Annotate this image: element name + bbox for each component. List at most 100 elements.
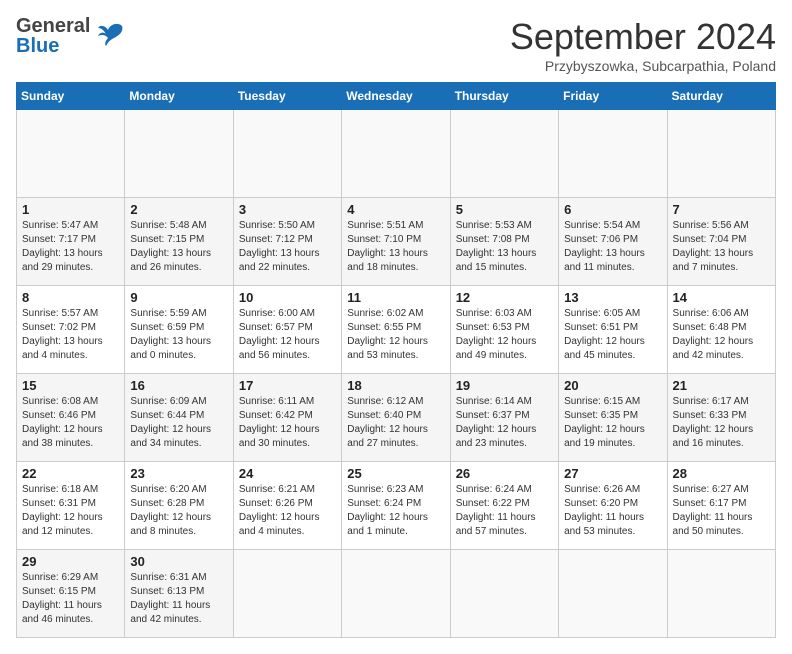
calendar-cell: 22Sunrise: 6:18 AM Sunset: 6:31 PM Dayli… [17, 462, 125, 550]
calendar-cell: 15Sunrise: 6:08 AM Sunset: 6:46 PM Dayli… [17, 374, 125, 462]
day-number: 20 [564, 378, 661, 393]
logo-general: General [16, 16, 90, 36]
day-info: Sunrise: 6:11 AM Sunset: 6:42 PM Dayligh… [239, 395, 336, 451]
calendar-cell: 16Sunrise: 6:09 AM Sunset: 6:44 PM Dayli… [125, 374, 233, 462]
calendar-cell [233, 550, 341, 638]
day-info: Sunrise: 6:12 AM Sunset: 6:40 PM Dayligh… [347, 395, 444, 451]
day-info: Sunrise: 5:48 AM Sunset: 7:15 PM Dayligh… [130, 219, 227, 275]
day-info: Sunrise: 5:57 AM Sunset: 7:02 PM Dayligh… [22, 307, 119, 363]
day-info: Sunrise: 5:54 AM Sunset: 7:06 PM Dayligh… [564, 219, 661, 275]
day-info: Sunrise: 6:08 AM Sunset: 6:46 PM Dayligh… [22, 395, 119, 451]
calendar-cell: 9 Sunrise: 5:59 AM Sunset: 6:59 PM Daylig… [125, 286, 233, 374]
day-info: Sunrise: 6:18 AM Sunset: 6:31 PM Dayligh… [22, 483, 119, 539]
day-number: 23 [130, 466, 227, 481]
day-info: Sunrise: 6:15 AM Sunset: 6:35 PM Dayligh… [564, 395, 661, 451]
calendar-cell: 30 Sunrise: 6:31 AM Sunset: 6:13 PM Dayli… [125, 550, 233, 638]
day-number: 10 [239, 290, 336, 305]
page-header: General Blue September 2024 Przybyszowka… [16, 16, 776, 74]
logo-blue: Blue [16, 36, 90, 56]
day-info: Sunrise: 6:00 AM Sunset: 6:57 PM Dayligh… [239, 307, 336, 363]
day-info: Sunrise: 5:59 AM Sunset: 6:59 PM Dayligh… [130, 307, 227, 363]
calendar-cell: 8 Sunrise: 5:57 AM Sunset: 7:02 PM Daylig… [17, 286, 125, 374]
calendar-table: SundayMondayTuesdayWednesdayThursdayFrid… [16, 82, 776, 638]
month-title: September 2024 [510, 16, 776, 58]
day-number: 9 [130, 290, 227, 305]
calendar-cell [342, 550, 450, 638]
calendar-cell: 18Sunrise: 6:12 AM Sunset: 6:40 PM Dayli… [342, 374, 450, 462]
calendar-cell [450, 110, 558, 198]
calendar-week-row [17, 110, 776, 198]
calendar-cell [667, 110, 775, 198]
day-number: 30 [130, 554, 227, 569]
calendar-week-row: 29Sunrise: 6:29 AM Sunset: 6:15 PM Dayli… [17, 550, 776, 638]
col-header-wednesday: Wednesday [342, 83, 450, 110]
day-info: Sunrise: 5:50 AM Sunset: 7:12 PM Dayligh… [239, 219, 336, 275]
day-number: 1 [22, 202, 119, 217]
day-info: Sunrise: 6:26 AM Sunset: 6:20 PM Dayligh… [564, 483, 661, 539]
calendar-week-row: 22Sunrise: 6:18 AM Sunset: 6:31 PM Dayli… [17, 462, 776, 550]
day-number: 7 [673, 202, 770, 217]
calendar-cell [17, 110, 125, 198]
day-number: 19 [456, 378, 553, 393]
col-header-sunday: Sunday [17, 83, 125, 110]
calendar-cell [450, 550, 558, 638]
day-number: 5 [456, 202, 553, 217]
calendar-cell [667, 550, 775, 638]
calendar-cell: 5 Sunrise: 5:53 AM Sunset: 7:08 PM Daylig… [450, 198, 558, 286]
subtitle: Przybyszowka, Subcarpathia, Poland [510, 58, 776, 74]
calendar-cell: 19 Sunrise: 6:14 AM Sunset: 6:37 PM Dayli… [450, 374, 558, 462]
day-info: Sunrise: 6:03 AM Sunset: 6:53 PM Dayligh… [456, 307, 553, 363]
calendar-week-row: 8 Sunrise: 5:57 AM Sunset: 7:02 PM Daylig… [17, 286, 776, 374]
calendar-cell: 14Sunrise: 6:06 AM Sunset: 6:48 PM Dayli… [667, 286, 775, 374]
day-info: Sunrise: 6:20 AM Sunset: 6:28 PM Dayligh… [130, 483, 227, 539]
calendar-week-row: 1 Sunrise: 5:47 AM Sunset: 7:17 PM Daylig… [17, 198, 776, 286]
day-number: 21 [673, 378, 770, 393]
day-info: Sunrise: 6:29 AM Sunset: 6:15 PM Dayligh… [22, 571, 119, 627]
calendar-cell [559, 110, 667, 198]
calendar-cell: 27 Sunrise: 6:26 AM Sunset: 6:20 PM Dayli… [559, 462, 667, 550]
day-info: Sunrise: 5:51 AM Sunset: 7:10 PM Dayligh… [347, 219, 444, 275]
calendar-cell: 17 Sunrise: 6:11 AM Sunset: 6:42 PM Dayli… [233, 374, 341, 462]
day-number: 12 [456, 290, 553, 305]
calendar-cell: 13 Sunrise: 6:05 AM Sunset: 6:51 PM Dayli… [559, 286, 667, 374]
col-header-tuesday: Tuesday [233, 83, 341, 110]
calendar-cell: 1 Sunrise: 5:47 AM Sunset: 7:17 PM Daylig… [17, 198, 125, 286]
day-number: 17 [239, 378, 336, 393]
day-info: Sunrise: 6:02 AM Sunset: 6:55 PM Dayligh… [347, 307, 444, 363]
day-number: 11 [347, 290, 444, 305]
calendar-cell: 29Sunrise: 6:29 AM Sunset: 6:15 PM Dayli… [17, 550, 125, 638]
day-number: 26 [456, 466, 553, 481]
calendar-cell: 12 Sunrise: 6:03 AM Sunset: 6:53 PM Dayli… [450, 286, 558, 374]
title-block: September 2024 Przybyszowka, Subcarpathi… [510, 16, 776, 74]
day-number: 25 [347, 466, 444, 481]
calendar-cell: 25Sunrise: 6:23 AM Sunset: 6:24 PM Dayli… [342, 462, 450, 550]
calendar-week-row: 15Sunrise: 6:08 AM Sunset: 6:46 PM Dayli… [17, 374, 776, 462]
calendar-cell: 26Sunrise: 6:24 AM Sunset: 6:22 PM Dayli… [450, 462, 558, 550]
calendar-cell: 10 Sunrise: 6:00 AM Sunset: 6:57 PM Dayli… [233, 286, 341, 374]
day-info: Sunrise: 6:05 AM Sunset: 6:51 PM Dayligh… [564, 307, 661, 363]
day-info: Sunrise: 6:31 AM Sunset: 6:13 PM Dayligh… [130, 571, 227, 627]
day-info: Sunrise: 6:17 AM Sunset: 6:33 PM Dayligh… [673, 395, 770, 451]
col-header-monday: Monday [125, 83, 233, 110]
day-info: Sunrise: 6:14 AM Sunset: 6:37 PM Dayligh… [456, 395, 553, 451]
calendar-cell: 24 Sunrise: 6:21 AM Sunset: 6:26 PM Dayli… [233, 462, 341, 550]
calendar-cell [342, 110, 450, 198]
day-number: 24 [239, 466, 336, 481]
calendar-header-row: SundayMondayTuesdayWednesdayThursdayFrid… [17, 83, 776, 110]
calendar-cell: 11 Sunrise: 6:02 AM Sunset: 6:55 PM Dayli… [342, 286, 450, 374]
calendar-cell [125, 110, 233, 198]
day-number: 27 [564, 466, 661, 481]
calendar-cell: 20 Sunrise: 6:15 AM Sunset: 6:35 PM Dayli… [559, 374, 667, 462]
day-info: Sunrise: 5:53 AM Sunset: 7:08 PM Dayligh… [456, 219, 553, 275]
day-info: Sunrise: 6:21 AM Sunset: 6:26 PM Dayligh… [239, 483, 336, 539]
day-number: 8 [22, 290, 119, 305]
col-header-saturday: Saturday [667, 83, 775, 110]
day-number: 6 [564, 202, 661, 217]
logo-name: General Blue [16, 16, 90, 56]
day-info: Sunrise: 5:47 AM Sunset: 7:17 PM Dayligh… [22, 219, 119, 275]
day-number: 13 [564, 290, 661, 305]
logo: General Blue [16, 16, 126, 56]
calendar-cell: 21 Sunrise: 6:17 AM Sunset: 6:33 PM Dayli… [667, 374, 775, 462]
day-info: Sunrise: 6:06 AM Sunset: 6:48 PM Dayligh… [673, 307, 770, 363]
day-info: Sunrise: 5:56 AM Sunset: 7:04 PM Dayligh… [673, 219, 770, 275]
